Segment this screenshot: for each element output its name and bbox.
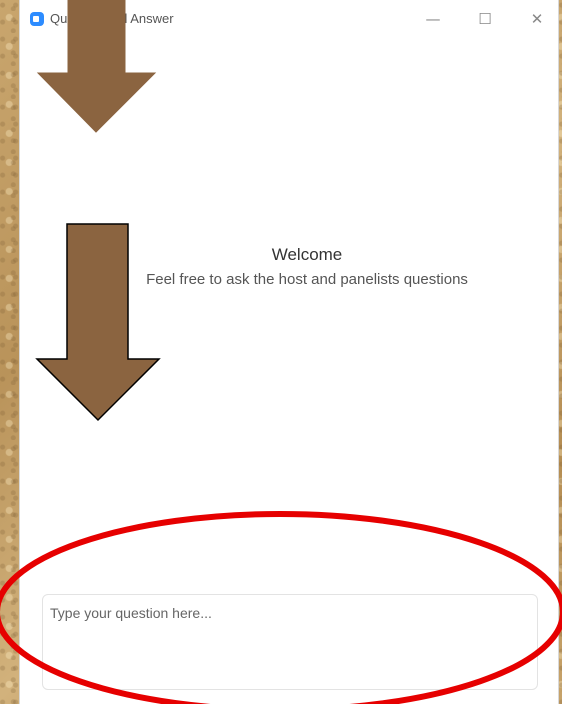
close-icon[interactable]: ✕	[522, 6, 552, 32]
question-box[interactable]	[42, 594, 538, 690]
title-bar[interactable]: Question and Answer — ☐ ✕	[20, 0, 558, 38]
question-input[interactable]	[43, 595, 537, 689]
qa-window: Question and Answer — ☐ ✕ Welcome Feel f…	[19, 0, 559, 704]
welcome-subtitle: Feel free to ask the host and panelists …	[146, 271, 468, 288]
maximize-icon[interactable]: ☐	[470, 6, 500, 32]
welcome-message: Welcome Feel free to ask the host and pa…	[20, 245, 558, 288]
zoom-app-icon	[30, 12, 44, 26]
window-title: Question and Answer	[50, 11, 174, 26]
welcome-heading: Welcome	[271, 245, 343, 264]
minimize-icon[interactable]: —	[418, 6, 448, 32]
